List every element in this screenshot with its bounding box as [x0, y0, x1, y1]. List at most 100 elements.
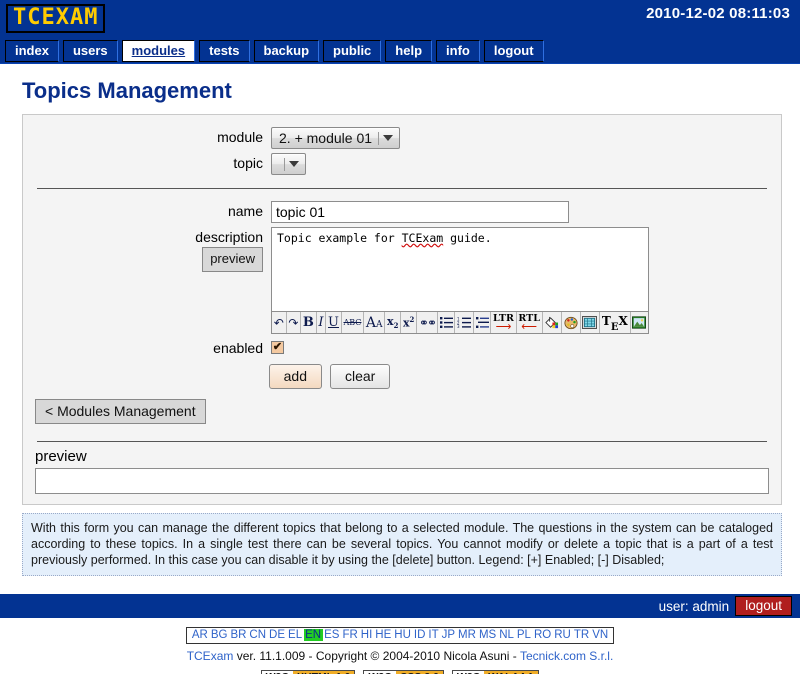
- color-palette-icon[interactable]: [562, 312, 581, 333]
- topic-label: topic: [233, 155, 263, 171]
- description-textarea[interactable]: Topic example for TCExam guide.: [271, 227, 649, 312]
- module-select[interactable]: 2. + module 01: [271, 127, 401, 149]
- enabled-label: enabled: [213, 340, 263, 356]
- insert-table-icon[interactable]: [580, 312, 601, 333]
- module-label: module: [217, 129, 263, 145]
- page-title: Topics Management: [22, 78, 232, 103]
- preview-divider: [37, 441, 767, 442]
- enabled-checkbox[interactable]: ✔: [271, 341, 284, 354]
- page-content: Topics Management module 2. + module 01 …: [0, 78, 800, 576]
- validator-badge-xhtml-1-0[interactable]: W3CXHTML 1.0: [260, 670, 356, 674]
- add-button[interactable]: add: [268, 364, 322, 389]
- current-datetime: 2010-12-02 08:11:03: [646, 5, 790, 22]
- chevron-down-icon: [289, 161, 299, 167]
- language-link-EL[interactable]: EL: [287, 629, 304, 641]
- language-link-AR[interactable]: AR: [190, 629, 209, 641]
- language-link-EN[interactable]: EN: [303, 629, 323, 641]
- unordered-list-icon[interactable]: [437, 312, 456, 333]
- svg-text:3: 3: [457, 324, 460, 328]
- description-editor: Topic example for TCExam guide. ↶ ↷ B I U ABC…: [271, 227, 649, 334]
- name-label: name: [227, 203, 263, 219]
- main-navigation: index users modules tests backup public help in…: [0, 38, 800, 64]
- language-link-HE[interactable]: HE: [374, 629, 393, 641]
- text-direction-rtl-icon[interactable]: RTL ⟵: [516, 312, 543, 333]
- language-link-JP[interactable]: JP: [440, 629, 456, 641]
- fill-color-icon[interactable]: [542, 312, 563, 333]
- redo-icon[interactable]: ↷: [286, 312, 302, 333]
- form-actions: add clear: [23, 364, 781, 389]
- current-user-label: user: admin: [658, 598, 730, 614]
- description-preview-button[interactable]: preview: [202, 247, 263, 272]
- language-link-ID[interactable]: ID: [412, 629, 427, 641]
- details-section: name description preview Topic example f…: [23, 189, 781, 441]
- link-icon[interactable]: ⚭⚭: [417, 312, 438, 333]
- clear-button[interactable]: clear: [330, 364, 391, 389]
- description-label: description: [195, 229, 263, 245]
- language-link-FR[interactable]: FR: [341, 629, 359, 641]
- module-row: module 2. + module 01: [23, 127, 781, 149]
- copyright-app-link[interactable]: TCExam: [187, 649, 234, 663]
- nav-item-modules[interactable]: modules: [121, 39, 196, 62]
- topic-row: topic: [23, 153, 781, 175]
- language-link-ES[interactable]: ES: [323, 629, 341, 641]
- language-link-VN[interactable]: VN: [591, 629, 610, 641]
- back-to-modules-button[interactable]: < Modules Management: [35, 399, 206, 424]
- language-link-HU[interactable]: HU: [393, 629, 413, 641]
- definition-list-icon[interactable]: [473, 312, 492, 333]
- nav-item-public[interactable]: public: [323, 39, 382, 62]
- module-select-value: 2. + module 01: [279, 130, 373, 146]
- ordered-list-icon[interactable]: 123: [455, 312, 474, 333]
- name-row: name: [23, 201, 781, 223]
- topic-form-panel: module 2. + module 01 topic name topic 0…: [22, 114, 782, 505]
- insert-tex-icon[interactable]: TEX: [600, 312, 631, 333]
- bold-icon[interactable]: B: [301, 312, 317, 333]
- description-text-misspelled: TCExam: [401, 231, 444, 245]
- checkmark-icon: ✔: [272, 341, 283, 353]
- nav-item-help[interactable]: help: [385, 39, 433, 62]
- selection-section: module 2. + module 01 topic: [23, 115, 781, 188]
- copyright-company-link[interactable]: Tecnick.com S.r.l.: [520, 649, 613, 663]
- preview-section: preview: [23, 448, 781, 494]
- insert-image-icon[interactable]: [630, 312, 649, 333]
- name-input[interactable]: [271, 201, 569, 223]
- language-link-MS[interactable]: MS: [477, 629, 497, 641]
- header-bar: TCEXAM 2010-12-02 08:11:03: [0, 0, 800, 38]
- language-link-DE[interactable]: DE: [268, 629, 287, 641]
- superscript-icon[interactable]: x2: [401, 312, 418, 333]
- validator-badge-wai-aaa[interactable]: W3CWAI-AAA: [451, 670, 540, 674]
- language-link-CN[interactable]: CN: [248, 629, 268, 641]
- nav-item-index[interactable]: index: [5, 39, 59, 62]
- language-link-IT[interactable]: IT: [427, 629, 440, 641]
- nav-item-users[interactable]: users: [62, 39, 118, 62]
- language-link-TR[interactable]: TR: [572, 629, 590, 641]
- language-link-MR[interactable]: MR: [457, 629, 478, 641]
- description-text-post: guide.: [443, 231, 492, 245]
- text-direction-ltr-icon[interactable]: LTR ⟶: [491, 312, 517, 333]
- language-link-PL[interactable]: PL: [515, 629, 532, 641]
- language-link-HI[interactable]: HI: [359, 629, 374, 641]
- enabled-row: enabled ✔: [23, 338, 781, 358]
- language-link-BR[interactable]: BR: [229, 629, 248, 641]
- app-logo[interactable]: TCEXAM: [6, 4, 106, 33]
- description-text-pre: Topic example for: [277, 231, 402, 245]
- language-link-BG[interactable]: BG: [209, 629, 229, 641]
- nav-item-tests[interactable]: tests: [199, 39, 250, 62]
- language-link-RU[interactable]: RU: [553, 629, 573, 641]
- underline-icon[interactable]: U: [326, 312, 342, 333]
- validator-badge-css-2-0[interactable]: W3CCSS 2.0: [363, 670, 444, 674]
- strikethrough-icon[interactable]: ABC: [341, 312, 365, 333]
- language-link-NL[interactable]: NL: [498, 629, 516, 641]
- undo-icon[interactable]: ↶: [272, 312, 287, 333]
- language-link-RO[interactable]: RO: [532, 629, 552, 641]
- subscript-icon[interactable]: x2: [385, 312, 402, 333]
- italic-icon[interactable]: I: [316, 312, 327, 333]
- nav-item-backup[interactable]: backup: [253, 39, 320, 62]
- copyright-line: TCExam ver. 11.1.009 - Copyright © 2004-…: [0, 649, 800, 663]
- nav-item-logout[interactable]: logout: [483, 39, 544, 62]
- app-logo-text: TCEXAM: [13, 5, 99, 30]
- topic-select[interactable]: [271, 153, 306, 175]
- nav-item-info[interactable]: info: [436, 39, 480, 62]
- font-size-icon[interactable]: AA: [364, 312, 386, 333]
- description-row: description preview Topic example for TC…: [23, 227, 781, 334]
- logout-button[interactable]: logout: [735, 596, 792, 616]
